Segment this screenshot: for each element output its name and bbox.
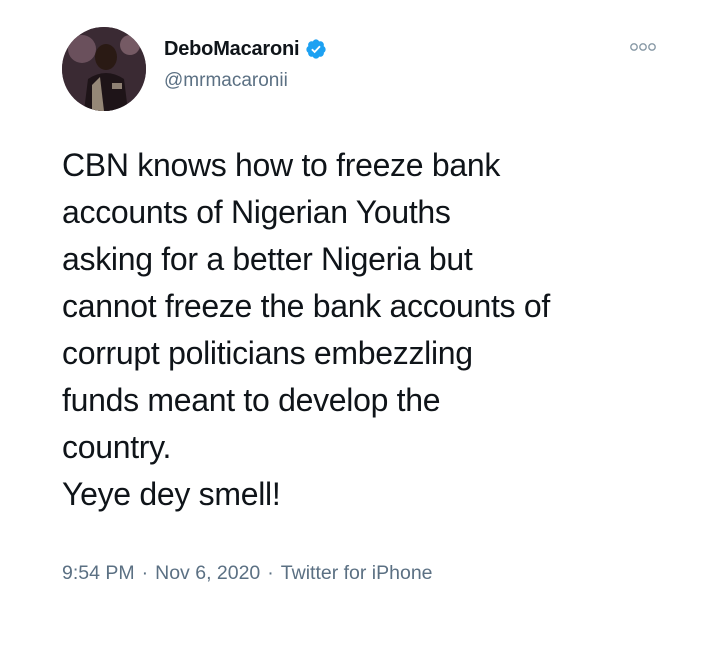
tweet-text: CBN knows how to freeze bank accounts of…: [62, 147, 550, 512]
avatar[interactable]: [62, 27, 146, 111]
tweet-date[interactable]: Nov 6, 2020: [155, 562, 260, 585]
meta-separator: ·: [141, 562, 149, 584]
author-name-row: DeboMacaroni: [164, 35, 327, 63]
meta-separator: ·: [267, 562, 274, 584]
tweet-meta: 9:54 PM · Nov 6, 2020 · Twitter for iPho…: [62, 562, 433, 585]
tweet-time[interactable]: 9:54 PM: [62, 562, 135, 585]
author-handle[interactable]: @mrmacaronii: [164, 70, 288, 92]
more-options-icon[interactable]: [628, 40, 658, 54]
verified-badge-icon: [305, 38, 327, 60]
display-name[interactable]: DeboMacaroni: [164, 38, 300, 61]
avatar-image: [62, 27, 146, 111]
tweet-source[interactable]: Twitter for iPhone: [281, 562, 433, 585]
tweet-card: DeboMacaroni @mrmacaronii CBN knows how …: [0, 0, 720, 647]
